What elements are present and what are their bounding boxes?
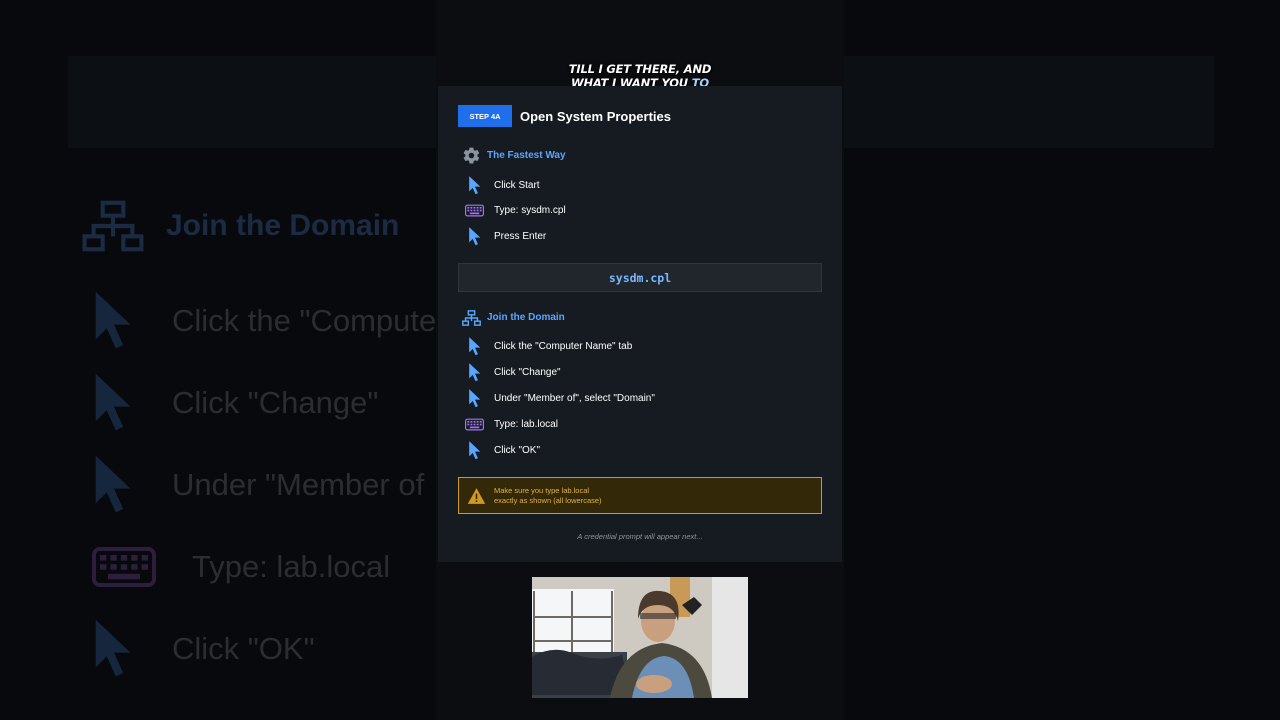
gear-icon bbox=[462, 146, 481, 165]
list-item: Click the "Computer Name" tab bbox=[465, 337, 632, 356]
cursor-icon bbox=[465, 389, 484, 408]
warning-box: Make sure you type lab.local exactly as … bbox=[458, 477, 822, 514]
network-icon bbox=[462, 308, 481, 327]
step-header: STEP 4A Open System Properties bbox=[458, 105, 671, 127]
footer-note: A credential prompt will appear next... bbox=[577, 532, 703, 541]
list-item: Click "OK" bbox=[465, 441, 540, 460]
instruction-card: STEP 4A Open System Properties The Faste… bbox=[438, 86, 842, 562]
keyboard-icon bbox=[465, 415, 484, 434]
cursor-icon bbox=[465, 176, 484, 195]
list-item: Click Start bbox=[465, 176, 540, 195]
cursor-icon bbox=[465, 337, 484, 356]
cursor-icon bbox=[465, 227, 484, 246]
keyboard-icon bbox=[465, 201, 484, 220]
list-item: Type: sysdm.cpl bbox=[465, 201, 566, 220]
list-item: Click "Change" bbox=[465, 363, 561, 382]
cursor-icon bbox=[465, 363, 484, 382]
section-heading-join: Join the Domain bbox=[462, 308, 565, 327]
list-item: Press Enter bbox=[465, 227, 546, 246]
list-item: Under "Member of", select "Domain" bbox=[465, 389, 655, 408]
webcam-image bbox=[532, 577, 748, 698]
step-badge: STEP 4A bbox=[458, 105, 512, 127]
step-title: Open System Properties bbox=[520, 108, 671, 124]
section-heading-fastest: The Fastest Way bbox=[462, 146, 566, 165]
command-code-box: sysdm.cpl bbox=[458, 263, 822, 292]
warning-icon bbox=[467, 486, 486, 505]
cursor-icon bbox=[465, 441, 484, 460]
list-item: Type: lab.local bbox=[465, 415, 558, 434]
webcam-video bbox=[532, 577, 748, 698]
warning-text: Make sure you type lab.local exactly as … bbox=[494, 485, 602, 505]
